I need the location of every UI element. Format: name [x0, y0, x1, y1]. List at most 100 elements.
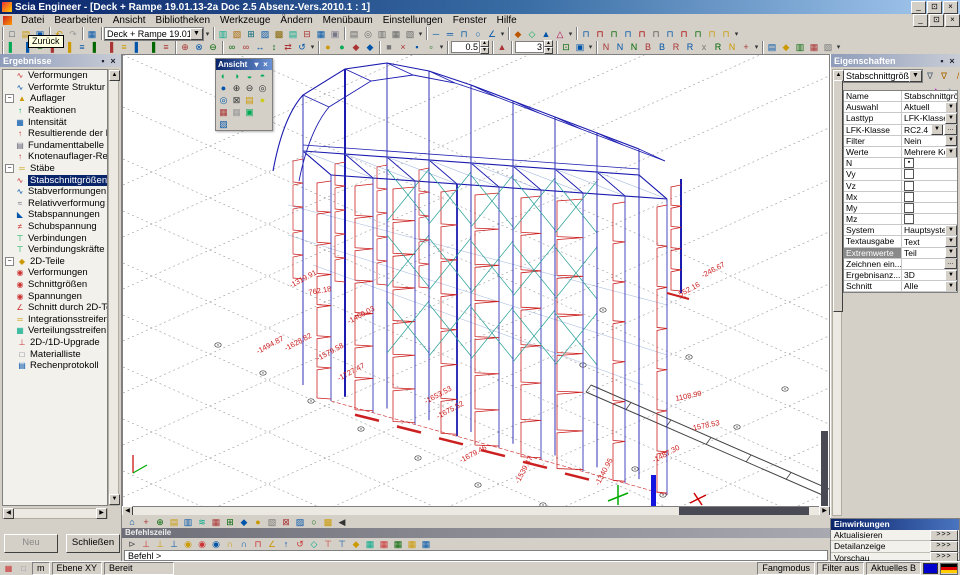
icon[interactable]: ▌ — [131, 41, 145, 53]
property-value[interactable]: Alle▼ — [902, 281, 957, 291]
result-n-icon[interactable]: N — [599, 41, 613, 53]
support-icon[interactable]: ⊥ — [139, 538, 153, 550]
aktualisieren-button[interactable]: >>> — [930, 530, 958, 541]
minimize-icon[interactable]: _ — [911, 1, 926, 14]
language-flag-icon[interactable] — [940, 563, 958, 575]
scrollbar-thumb[interactable] — [833, 80, 843, 312]
scroll-left-icon[interactable]: ◀ — [335, 516, 349, 528]
icon[interactable]: ▨ — [258, 28, 272, 40]
menu-bibliotheken[interactable]: Bibliotheken — [151, 15, 215, 26]
chevron-down-icon[interactable]: ▾ — [252, 60, 261, 69]
chevron-down-icon[interactable]: ▼ — [909, 70, 922, 82]
frame-icon[interactable]: ⊓ — [607, 28, 621, 40]
filter-status-icon[interactable]: ▦ — [2, 563, 15, 574]
menu-ansicht[interactable]: Ansicht — [108, 15, 151, 26]
icon[interactable]: ▐ — [103, 41, 117, 53]
icon[interactable]: ▲ — [539, 28, 553, 40]
tree-item-2d-spannungen[interactable]: ◉Spannungen — [3, 290, 107, 302]
zoom-selection-icon[interactable]: ⊠ — [230, 94, 243, 106]
icon[interactable]: ▧ — [265, 516, 279, 528]
scroll-up-icon[interactable]: ▲ — [109, 70, 120, 81]
walk-icon[interactable]: ● — [217, 82, 230, 94]
polyline-icon[interactable]: ═ — [443, 28, 457, 40]
chevron-down-icon[interactable]: ▼ — [945, 225, 957, 235]
icon[interactable]: ▥ — [181, 516, 195, 528]
close-icon[interactable]: × — [261, 60, 270, 69]
icon[interactable]: ⊗ — [192, 41, 206, 53]
property-row-textausgabe[interactable]: TextausgabeText▼ — [844, 236, 957, 247]
pin-icon[interactable]: ▪ — [937, 56, 947, 66]
toolbar-overflow-icon[interactable]: ▾ — [438, 43, 445, 51]
icon[interactable]: R — [669, 41, 683, 53]
icon[interactable]: ▌ — [89, 41, 103, 53]
tree-item-resultierende-der-reaktionen[interactable]: ↑Resultierende der Reaktione — [3, 128, 107, 140]
icon[interactable]: ▫ — [424, 41, 438, 53]
mdi-minimize-icon[interactable]: _ — [913, 14, 928, 27]
preview-icon[interactable]: ◎ — [361, 28, 375, 40]
icon[interactable]: ≋ — [195, 516, 209, 528]
icon[interactable]: ▥ — [793, 41, 807, 53]
icon[interactable]: ▣ — [573, 41, 587, 53]
tree-item-stabspannungen[interactable]: ◣Stabspannungen — [3, 209, 107, 221]
icon[interactable]: ◆ — [511, 28, 525, 40]
tree-item-verteilungsstreifen[interactable]: ▦Verteilungsstreifen — [3, 325, 107, 337]
icon[interactable]: ⊟ — [300, 28, 314, 40]
property-value[interactable]: … — [902, 259, 957, 269]
icon[interactable]: ↺ — [293, 538, 307, 550]
spinner-value[interactable]: 3 — [515, 41, 544, 53]
toolbar-overflow-icon[interactable]: ▾ — [733, 30, 740, 38]
property-value[interactable] — [902, 203, 957, 213]
frame-icon[interactable]: ⊓ — [621, 28, 635, 40]
checkbox[interactable] — [904, 214, 914, 224]
schliessen-button[interactable]: Schließen — [66, 534, 120, 553]
scroll-left-icon[interactable]: ◀ — [3, 508, 14, 519]
frame-icon[interactable]: ⊓ — [663, 28, 677, 40]
zoom-out-icon[interactable]: ⊖ — [243, 82, 256, 94]
tree-item-knotenauflager-resultierende[interactable]: ↑Knotenauflager-Resultierend — [3, 151, 107, 163]
viewport-horizontal-scrollbar[interactable]: ◀ ▶ — [122, 507, 830, 515]
chevron-down-icon[interactable]: ▼ — [190, 28, 203, 40]
icon[interactable]: ↔ — [253, 41, 267, 53]
filter-edit-icon[interactable]: ∇ — [937, 70, 951, 82]
close-icon[interactable]: × — [943, 1, 958, 14]
toolbar-overflow-icon[interactable]: ▾ — [309, 43, 316, 51]
close-icon[interactable]: × — [108, 56, 118, 66]
property-value[interactable] — [902, 181, 957, 191]
icon[interactable]: ▐ — [145, 41, 159, 53]
scroll-down-icon[interactable]: ▼ — [109, 494, 120, 505]
property-value[interactable]: ▪ — [902, 158, 957, 168]
command-line-header[interactable]: Befehlszeile — [122, 528, 830, 538]
property-row-filter[interactable]: FilterNein▼ — [844, 136, 957, 147]
icon[interactable]: × — [396, 41, 410, 53]
tree-item-auflager[interactable]: −▲Auflager — [3, 93, 107, 105]
icon[interactable]: ⊤ — [335, 538, 349, 550]
icon[interactable]: R — [711, 41, 725, 53]
icon[interactable]: ▥ — [375, 28, 389, 40]
icon[interactable]: x — [697, 41, 711, 53]
chevron-down-icon[interactable]: ▼ — [945, 248, 957, 258]
icon[interactable]: △ — [553, 28, 567, 40]
properties-type-combo[interactable]: Stabschnittgrößen ( ▼ — [843, 69, 923, 83]
checkbox[interactable] — [904, 203, 914, 213]
render-off-icon[interactable]: ▦ — [230, 106, 243, 118]
spin-up-icon[interactable]: ▲ — [480, 40, 489, 47]
property-row-lasttyp[interactable]: LasttypLFK-Klasse▼ — [844, 113, 957, 124]
einwirkungen-row-aktualisieren[interactable]: Aktualisieren>>> — [831, 530, 959, 541]
icon[interactable]: ↑ — [279, 538, 293, 550]
tree-toggle-icon[interactable]: − — [5, 164, 14, 173]
tree-item-schubspannung[interactable]: ≠Schubspannung — [3, 221, 107, 233]
hinge-icon[interactable]: ◉ — [209, 538, 223, 550]
tree-item-2d-teile[interactable]: −◆2D-Teile — [3, 256, 107, 268]
icon[interactable]: ▌ — [5, 41, 19, 53]
hinge-icon[interactable]: ◉ — [195, 538, 209, 550]
icon[interactable]: ⊠ — [279, 516, 293, 528]
clip-icon[interactable]: ▣ — [243, 106, 256, 118]
chevron-down-icon[interactable]: ▼ — [945, 136, 957, 146]
property-row-vy[interactable]: Vy — [844, 169, 957, 180]
tree-item-relativverformung[interactable]: ≈Relativverformung — [3, 198, 107, 210]
circle-icon[interactable]: ○ — [471, 28, 485, 40]
property-value[interactable] — [902, 169, 957, 179]
menu-ändern[interactable]: Ändern — [275, 15, 317, 26]
icon[interactable]: ▧ — [230, 28, 244, 40]
icon[interactable]: ▣ — [328, 28, 342, 40]
